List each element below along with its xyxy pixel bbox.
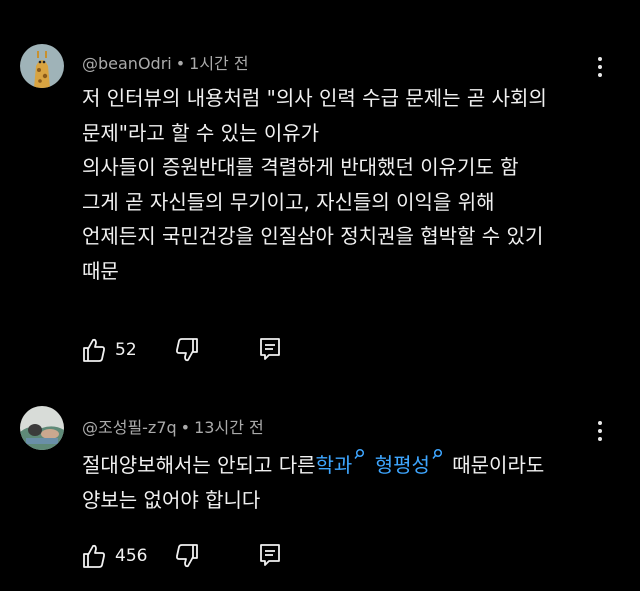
comment-meta: @beanOdri • 1시간 전 bbox=[82, 50, 249, 74]
more-vert-icon[interactable] bbox=[589, 55, 611, 79]
author-name[interactable]: @beanOdri bbox=[82, 54, 172, 73]
avatar[interactable] bbox=[20, 406, 64, 450]
giraffe-avatar-icon bbox=[20, 44, 64, 88]
comment-line: 양보는 없어야 합니다 bbox=[82, 487, 261, 512]
comment-meta: @조성필-z7q • 13시간 전 bbox=[82, 414, 264, 438]
reply-icon bbox=[260, 544, 280, 566]
comment-time[interactable]: 13시간 전 bbox=[194, 418, 264, 437]
reply-button[interactable] bbox=[259, 543, 281, 567]
search-icon bbox=[432, 448, 442, 459]
like-button[interactable]: 456 bbox=[82, 543, 147, 569]
like-count: 52 bbox=[115, 340, 137, 360]
thumbs-up-icon bbox=[83, 338, 105, 362]
thumbs-up-icon bbox=[83, 544, 105, 568]
comment-line: 저 인터뷰의 내용처럼 "의사 인력 수급 문제는 곧 사회의 bbox=[82, 86, 547, 110]
person-avatar-icon bbox=[20, 406, 64, 450]
separator-dot: • bbox=[175, 54, 186, 73]
text-segment: 때문이라도 bbox=[452, 453, 545, 477]
reply-icon bbox=[260, 338, 280, 360]
comment-line: 언제든지 국민건강을 인질삼아 정치권을 협박할 수 있기 bbox=[82, 224, 544, 248]
comment-body: 절대양보해서는 안되고 다른학과 형평성 때문이라도 양보는 없어야 합니다 bbox=[82, 448, 602, 517]
search-link-equity[interactable]: 형평성 bbox=[374, 448, 446, 477]
link-label: 학과 bbox=[315, 453, 353, 477]
comment-line: 문제"라고 할 수 있는 이유가 bbox=[82, 120, 320, 145]
dislike-button[interactable] bbox=[175, 337, 199, 363]
reply-button[interactable] bbox=[259, 337, 281, 361]
dislike-button[interactable] bbox=[175, 543, 199, 569]
comment-line: 의사들이 증원반대를 격렬하게 반대했던 이유기도 함 bbox=[82, 155, 519, 179]
avatar[interactable] bbox=[20, 44, 64, 88]
separator-dot: • bbox=[180, 418, 191, 437]
comment-line: 그게 곧 자신들의 무기이고, 자신들의 이익을 위해 bbox=[82, 189, 495, 214]
like-count: 456 bbox=[115, 546, 148, 566]
thumbs-down-icon bbox=[176, 544, 198, 568]
like-button[interactable]: 52 bbox=[82, 337, 137, 363]
text-segment: 절대양보해서는 안되고 다른 bbox=[82, 453, 316, 477]
more-vert-icon[interactable] bbox=[589, 419, 611, 443]
comment-body: 저 인터뷰의 내용처럼 "의사 인력 수급 문제는 곧 사회의 문제"라고 할 … bbox=[82, 81, 602, 288]
thumbs-down-icon bbox=[176, 338, 198, 362]
author-name[interactable]: @조성필-z7q bbox=[82, 418, 177, 437]
comment-line: 절대양보해서는 안되고 다른학과 형평성 때문이라도 bbox=[82, 448, 602, 483]
search-link-major[interactable]: 학과 bbox=[315, 448, 369, 477]
comment-line: 때문 bbox=[82, 258, 119, 283]
link-label: 형평성 bbox=[374, 453, 430, 477]
comment-time[interactable]: 1시간 전 bbox=[189, 54, 248, 73]
search-icon bbox=[354, 448, 365, 459]
